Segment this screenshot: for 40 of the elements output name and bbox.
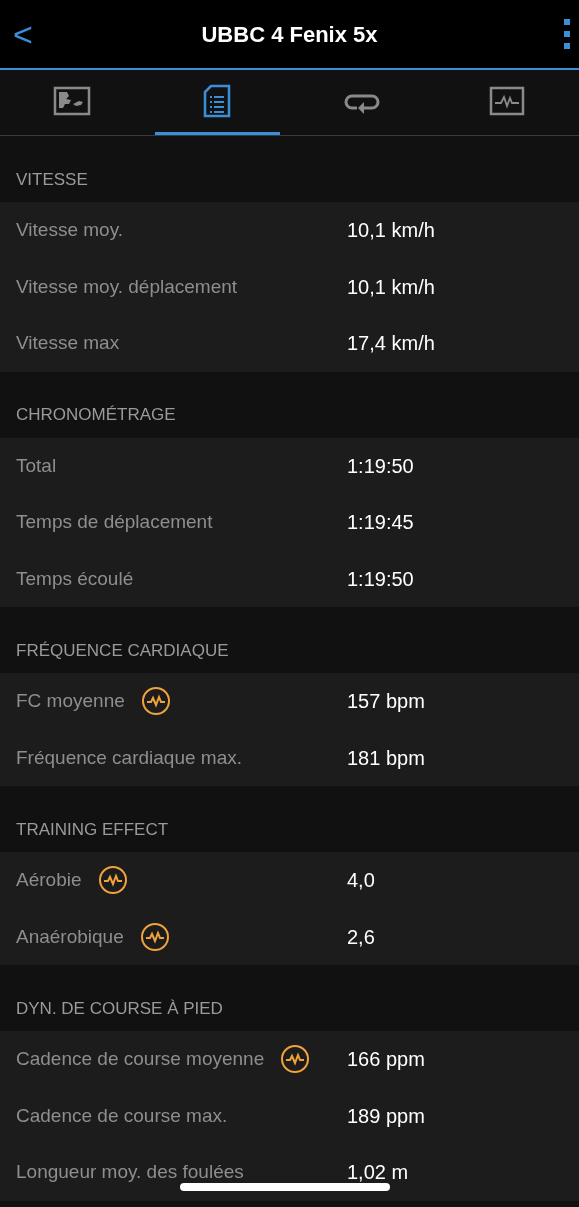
stat-label: Cadence de course max. bbox=[16, 1103, 228, 1128]
stat-value: 181 bpm bbox=[347, 745, 425, 771]
stat-label: Temps écoulé bbox=[16, 566, 134, 591]
stat-label: Total bbox=[16, 453, 57, 478]
document-list-icon bbox=[203, 84, 232, 118]
stat-label: Longueur moy. des foulées bbox=[16, 1160, 244, 1184]
stat-value: 1,02 m bbox=[347, 1160, 409, 1186]
stat-label: Cadence de course moyenne bbox=[16, 1047, 265, 1071]
section-heading: VITESSE bbox=[16, 168, 88, 191]
stat-label: FC moyenne bbox=[16, 689, 125, 713]
map-icon bbox=[53, 86, 92, 116]
stat-value: 166 ppm bbox=[347, 1047, 425, 1073]
page-title: UBBC 4 Fenix 5x bbox=[201, 20, 378, 49]
stat-label: Vitesse max bbox=[16, 331, 120, 355]
section-heading: TRAINING EFFECT bbox=[16, 818, 169, 841]
section-heading: DYN. DE COURSE À PIED bbox=[16, 997, 223, 1020]
stat-label: Fréquence cardiaque max. bbox=[16, 745, 242, 770]
stat-label: Anaérobique bbox=[16, 924, 124, 949]
heartbeat-icon[interactable] bbox=[139, 921, 170, 952]
heartbeat-icon[interactable] bbox=[280, 1044, 311, 1075]
stat-label: Vitesse moy. déplacement bbox=[16, 274, 238, 299]
stat-value: 1:19:50 bbox=[347, 453, 414, 479]
back-button[interactable]: < bbox=[8, 8, 38, 60]
heartbeat-icon[interactable] bbox=[97, 865, 128, 896]
heartbeat-icon[interactable] bbox=[140, 686, 171, 717]
stat-value: 1:19:50 bbox=[347, 566, 414, 592]
stat-label: Vitesse moy. bbox=[16, 218, 123, 242]
stat-value: 189 ppm bbox=[347, 1103, 425, 1129]
stat-value: 157 bpm bbox=[347, 689, 425, 715]
stat-value: 2,6 bbox=[347, 924, 375, 950]
stat-label: Temps de déplacement bbox=[16, 510, 213, 534]
chart-icon bbox=[488, 86, 525, 116]
stat-label: Aérobie bbox=[16, 868, 82, 892]
stat-value: 17,4 km/h bbox=[347, 331, 435, 357]
stat-value: 4,0 bbox=[347, 868, 375, 894]
section-heading: CHRONOMÉTRAGE bbox=[16, 404, 176, 426]
stat-value: 10,1 km/h bbox=[347, 274, 435, 300]
stat-value: 10,1 km/h bbox=[347, 218, 435, 244]
stat-value: 1:19:45 bbox=[347, 510, 414, 536]
section-heading: FRÉQUENCE CARDIAQUE bbox=[16, 639, 229, 662]
